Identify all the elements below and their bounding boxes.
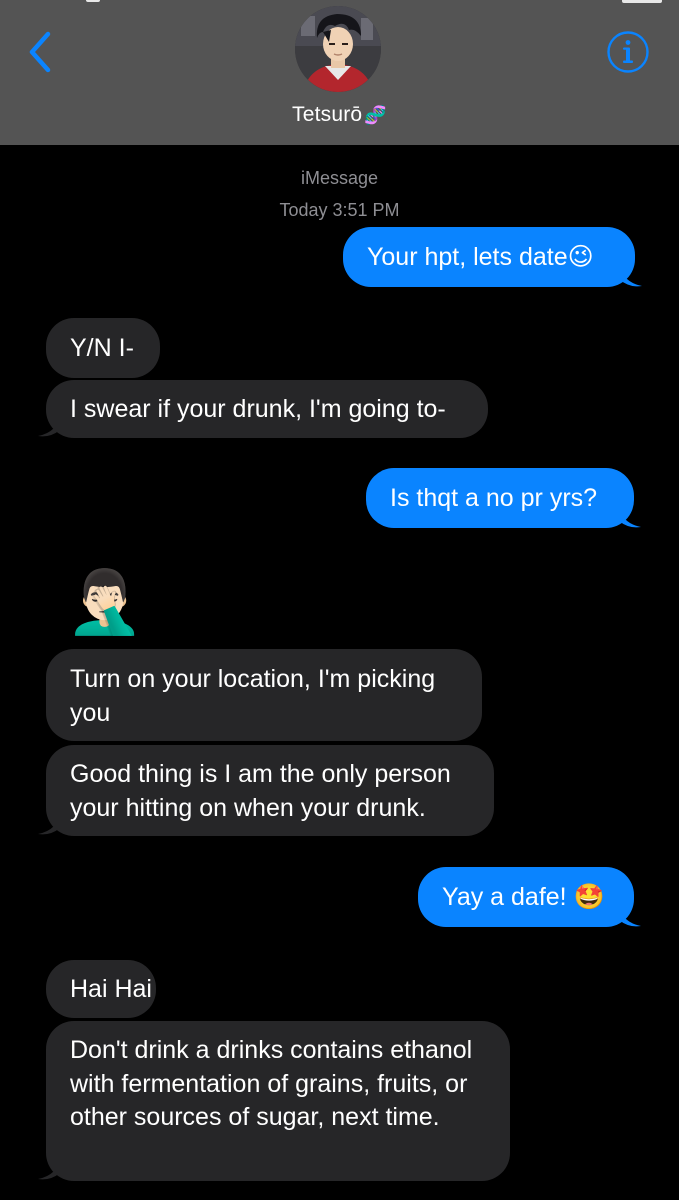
messages-screen: Tetsurō 🧬 iMessage Today 3:51 PM Your hpt… <box>0 0 679 1200</box>
received-message[interactable]: Don't drink a drinks contains ethanol wi… <box>46 1021 510 1181</box>
back-button[interactable] <box>22 30 62 74</box>
service-label: iMessage <box>300 168 379 188</box>
dna-emoji: 🧬 <box>364 105 387 125</box>
received-message[interactable]: Hai Hai <box>46 960 156 1018</box>
sent-bubble-tail <box>619 505 641 528</box>
contact-avatar[interactable] <box>295 6 381 92</box>
info-button[interactable] <box>606 30 650 74</box>
received-bubble-tail <box>38 1157 60 1180</box>
info-icon <box>607 31 649 73</box>
sent-bubble-tail <box>619 904 641 927</box>
received-message[interactable]: Turn on your location, I'm picking you <box>46 649 482 741</box>
received-bubble-tail <box>38 414 60 437</box>
contact-name[interactable]: Tetsurō 🧬 <box>0 103 679 127</box>
status-bar-fragment <box>86 0 100 2</box>
received-message[interactable]: I swear if your drunk, I'm going to- <box>46 380 488 438</box>
sent-message[interactable]: Your hpt, lets date😉 <box>343 227 635 287</box>
conversation-header: Tetsurō 🧬 <box>0 0 679 145</box>
received-bubble-tail <box>38 812 60 835</box>
avatar-portrait-icon <box>295 6 381 92</box>
sent-message[interactable]: Is thqt a no pr yrs? <box>366 468 634 528</box>
sent-message[interactable]: Yay a dafe! 🤩 <box>418 867 634 927</box>
received-message[interactable]: Good thing is I am the only person your … <box>46 745 494 836</box>
battery-icon <box>622 0 662 3</box>
message-timestamp: Today 3:51 PM <box>279 200 400 220</box>
contact-name-text: Tetsurō <box>292 103 363 126</box>
facepalm-emoji-message[interactable]: 🤦🏻‍♂️ <box>66 568 143 638</box>
received-message[interactable]: Y/N I- <box>46 318 160 378</box>
sent-bubble-tail <box>620 264 642 287</box>
chevron-left-icon <box>29 31 51 73</box>
